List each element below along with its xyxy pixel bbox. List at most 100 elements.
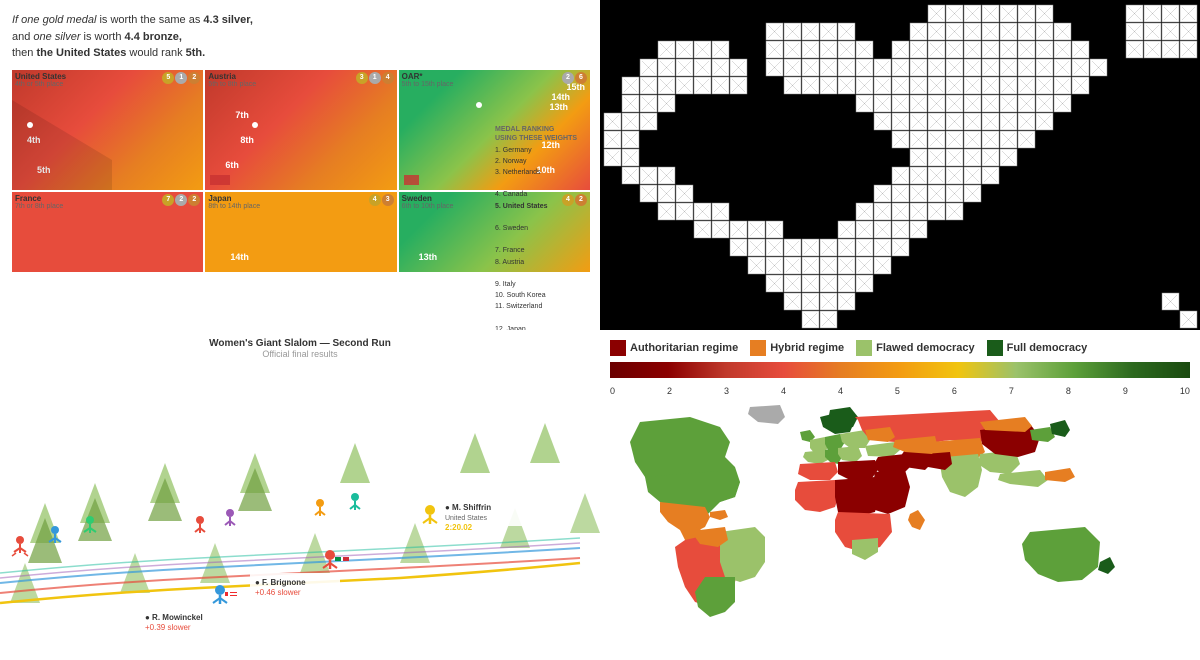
chart-us: United States 4th or 5th place 5 1 2 4th…: [12, 70, 203, 190]
chart-us-sub: 4th or 5th place: [15, 81, 63, 88]
chart-sweden-medals: 4 2: [562, 194, 587, 206]
hybrid-swatch: [750, 340, 766, 356]
skier-mid-3: [315, 499, 325, 516]
brignone-group: ● F. Brignone +0.46 slower: [250, 550, 349, 597]
ski-race-svg: ● M. Shiffrin United States 2:20.02 ● F.…: [0, 363, 600, 643]
spain: [803, 450, 828, 464]
skier-mid-4: [350, 493, 360, 510]
rank-1: 1. Germany: [495, 145, 590, 156]
chart-france-label: France: [15, 194, 41, 203]
rank-8: 8. Austria: [495, 257, 590, 268]
chart-japan: Japan 8th to 14th place 4 3 14th: [205, 192, 396, 272]
chart-sweden-label: Sweden: [402, 194, 432, 203]
color-scale: [610, 362, 1190, 378]
scale-6: 6: [952, 386, 957, 396]
ski-subtitle: Official final results: [0, 349, 600, 359]
chart-japan-sub: 8th to 14th place: [208, 203, 260, 210]
color-scale-row: [610, 362, 1190, 378]
medal-ranking: MEDAL RANKINGUSING THESE WEIGHTS 1. Germ…: [495, 125, 590, 331]
intro-text-3: then the United States would rank 5th.: [12, 47, 205, 59]
intro-text-2: and one silver is worth 4.4 bronze,: [12, 31, 182, 43]
australia: [1022, 527, 1100, 582]
scale-0: 0: [610, 386, 615, 396]
intro-text-1: is worth the same as 4.3 silver,: [99, 14, 252, 26]
chart-oar-medals: 2 6: [562, 72, 587, 84]
gold-badge-a: 3: [356, 72, 368, 84]
bottom-left-panel: Women's Giant Slalom — Second Run Offici…: [0, 330, 600, 660]
hybrid-label: Hybrid regime: [770, 342, 844, 354]
authoritarian-swatch: [610, 340, 626, 356]
silver-badge: 1: [175, 72, 187, 84]
legend-flawed: Flawed democracy: [856, 340, 974, 356]
scale-9: 9: [1123, 386, 1128, 396]
scale-10: 10: [1180, 386, 1190, 396]
usa: [645, 470, 740, 510]
bronze-badge-s: 2: [575, 194, 587, 206]
bottom-right-panel: Authoritarian regime Hybrid regime Flawe…: [600, 330, 1200, 660]
world-map-svg: [610, 402, 1190, 642]
north-africa-west: [798, 462, 838, 480]
full-swatch: [987, 340, 1003, 356]
chart-austria-label: Austria: [208, 72, 236, 81]
mowinckel-group: ● R. Mowinckel +0.39 slower: [140, 585, 241, 632]
chart-japan-medals: 4 3: [369, 194, 394, 206]
scale-3: 3: [724, 386, 729, 396]
us-chart-svg: [12, 70, 203, 190]
rank-2: 2. Norway: [495, 156, 590, 167]
argentina: [695, 577, 735, 617]
intro-italic-1: If one gold medal: [12, 14, 96, 26]
chart-japan-label: Japan: [208, 194, 231, 203]
bronze-badge: 2: [188, 72, 200, 84]
skier-group-1: [12, 536, 28, 556]
top-left-panel: If one gold medal is worth the same as 4…: [0, 0, 600, 330]
chart-sweden-sub: 6th to 10th place: [402, 203, 454, 210]
legend-authoritarian: Authoritarian regime: [610, 340, 738, 356]
chart-france-medals: 7 2 2: [162, 194, 200, 206]
legend-row: Authoritarian regime Hybrid regime Flawe…: [610, 340, 1190, 356]
chart-austria-sub: 5th to 8th place: [208, 81, 256, 88]
chart-oar-sub: 5th to 15th place: [402, 81, 454, 88]
caribbean: [710, 510, 728, 520]
chart-us-label: United States: [15, 72, 66, 81]
skier-mid-2: [225, 509, 235, 526]
south-africa: [852, 538, 878, 560]
west-africa: [795, 480, 840, 512]
authoritarian-label: Authoritarian regime: [630, 342, 738, 354]
legend-hybrid: Hybrid regime: [750, 340, 844, 356]
greenland: [748, 405, 785, 424]
scale-4a: 4: [781, 386, 786, 396]
flawed-swatch: [856, 340, 872, 356]
austria-chart-svg: [205, 70, 396, 190]
rank-3: 3. Netherlands: [495, 167, 590, 178]
world-map-container: [610, 402, 1190, 642]
gold-badge-j: 4: [369, 194, 381, 206]
bronze-badge-o: 6: [575, 72, 587, 84]
gold-badge-s: 4: [562, 194, 574, 206]
top-right-panel: // This will be handled below: [600, 0, 1200, 330]
intro-text: If one gold medal is worth the same as 4…: [12, 12, 590, 62]
silver-badge-o: 2: [562, 72, 574, 84]
rank-7: 7. France: [495, 245, 590, 256]
philippines: [1045, 468, 1075, 482]
svg-text:+0.46 slower: +0.46 slower: [255, 588, 301, 597]
chart-france: France 7th or 8th place 7 2 2: [12, 192, 203, 272]
ski-scene: ● M. Shiffrin United States 2:20.02 ● F.…: [0, 363, 600, 643]
gold-badge-f: 7: [162, 194, 174, 206]
chart-us-medals: 5 1 2: [162, 72, 200, 84]
svg-text:● R. Mowinckel: ● R. Mowinckel: [145, 613, 203, 622]
silver-badge-f: 2: [175, 194, 187, 206]
bronze-badge-a: 4: [382, 72, 394, 84]
scale-7: 7: [1009, 386, 1014, 396]
bronze-badge-j: 3: [382, 194, 394, 206]
skier-mid-1: [195, 516, 205, 533]
pixel-art-svg: // This will be handled below: [600, 0, 1200, 330]
svg-text:United States: United States: [445, 515, 488, 522]
new-zealand: [1098, 557, 1115, 574]
medal-ranking-title: MEDAL RANKINGUSING THESE WEIGHTS: [495, 125, 590, 143]
flawed-label: Flawed democracy: [876, 342, 974, 354]
scale-4b: 4: [838, 386, 843, 396]
scale-5: 5: [895, 386, 900, 396]
legend-full: Full democracy: [987, 340, 1088, 356]
ski-title: Women's Giant Slalom — Second Run: [0, 330, 600, 349]
rank-13th-s: 13th: [419, 252, 438, 262]
